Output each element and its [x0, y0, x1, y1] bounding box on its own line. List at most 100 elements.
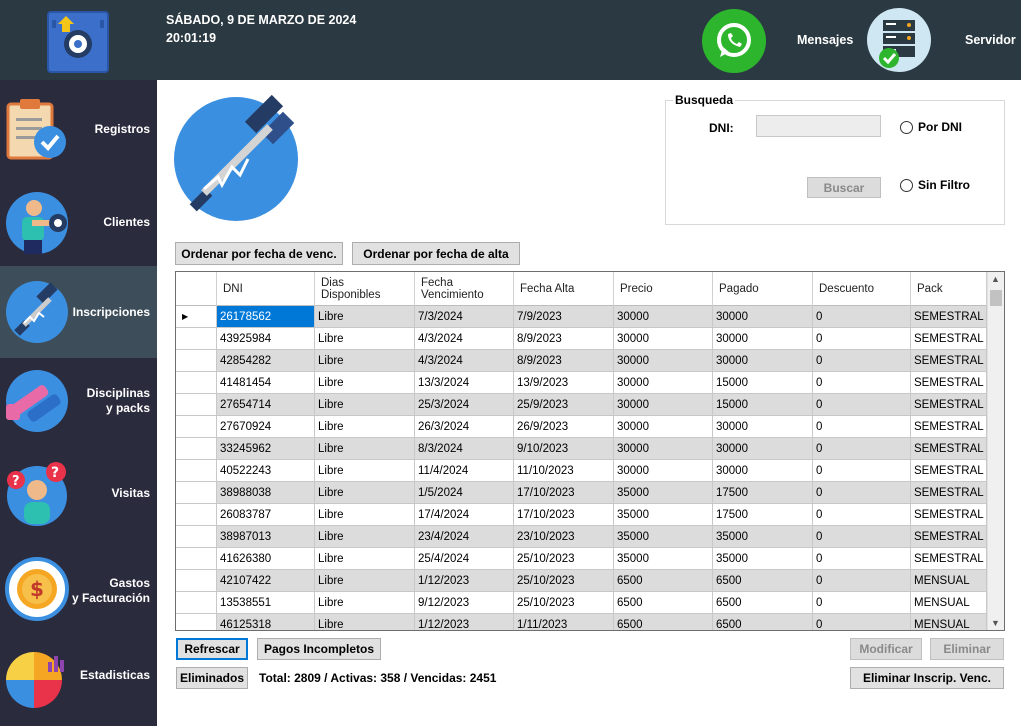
table-cell[interactable]: 1/12/2023 — [415, 570, 514, 592]
table-cell[interactable]: MENSUAL — [911, 614, 987, 630]
column-header[interactable]: Fecha Alta — [514, 272, 614, 306]
table-row[interactable]: 27670924 Libre 26/3/2024 26/9/2023 30000 3000… — [176, 416, 987, 438]
buscar-button[interactable]: Buscar — [807, 177, 881, 198]
table-cell[interactable]: 7/3/2024 — [415, 306, 514, 328]
sidebar-item-inscripciones[interactable]: Inscripciones — [0, 266, 157, 358]
table-cell[interactable]: SEMESTRAL — [911, 482, 987, 504]
sidebar-item-disciplinas[interactable]: Disciplinas y packs — [0, 360, 157, 440]
table-cell[interactable]: 0 — [813, 394, 911, 416]
table-row[interactable]: ▶ 26178562 Libre 7/3/2024 7/9/2023 30000 30000… — [176, 306, 987, 328]
table-cell[interactable]: 35000 — [614, 526, 713, 548]
column-header[interactable]: Pack — [911, 272, 987, 306]
table-cell[interactable]: 0 — [813, 548, 911, 570]
table-cell[interactable]: 30000 — [614, 328, 713, 350]
table-row[interactable]: 41481454 Libre 13/3/2024 13/9/2023 30000 1500… — [176, 372, 987, 394]
table-cell[interactable]: 8/9/2023 — [514, 328, 614, 350]
modificar-button[interactable]: Modificar — [850, 638, 922, 660]
column-header[interactable]: Precio — [614, 272, 713, 306]
table-cell[interactable]: 9/12/2023 — [415, 592, 514, 614]
table-cell[interactable]: 26083787 — [217, 504, 315, 526]
table-cell[interactable]: 15000 — [713, 394, 813, 416]
table-cell[interactable]: SEMESTRAL — [911, 372, 987, 394]
table-cell[interactable]: 30000 — [713, 306, 813, 328]
table-cell[interactable]: 0 — [813, 372, 911, 394]
table-cell[interactable]: 42107422 — [217, 570, 315, 592]
table-cell[interactable]: 0 — [813, 614, 911, 630]
row-header[interactable] — [176, 614, 217, 630]
table-cell[interactable]: Libre — [315, 416, 415, 438]
table-cell[interactable]: 0 — [813, 416, 911, 438]
table-cell[interactable]: 30000 — [614, 460, 713, 482]
table-row[interactable]: 38987013 Libre 23/4/2024 23/10/2023 35000 350… — [176, 526, 987, 548]
table-row[interactable]: 40522243 Libre 11/4/2024 11/10/2023 30000 300… — [176, 460, 987, 482]
column-header[interactable]: DNI — [217, 272, 315, 306]
row-header[interactable] — [176, 416, 217, 438]
table-cell[interactable]: 6500 — [614, 592, 713, 614]
table-row[interactable]: 13538551 Libre 9/12/2023 25/10/2023 6500 6500… — [176, 592, 987, 614]
table-cell[interactable]: 30000 — [614, 394, 713, 416]
table-cell[interactable]: 25/4/2024 — [415, 548, 514, 570]
sort-by-venc-button[interactable]: Ordenar por fecha de venc. — [175, 242, 343, 265]
table-cell[interactable]: 30000 — [614, 438, 713, 460]
table-cell[interactable]: SEMESTRAL — [911, 306, 987, 328]
dni-input[interactable] — [756, 115, 881, 137]
table-cell[interactable]: 26/3/2024 — [415, 416, 514, 438]
table-cell[interactable]: 35000 — [614, 504, 713, 526]
table-cell[interactable]: SEMESTRAL — [911, 438, 987, 460]
table-cell[interactable]: 0 — [813, 460, 911, 482]
table-cell[interactable]: 27654714 — [217, 394, 315, 416]
table-cell[interactable]: SEMESTRAL — [911, 350, 987, 372]
table-cell[interactable]: SEMESTRAL — [911, 548, 987, 570]
table-cell[interactable]: 13/3/2024 — [415, 372, 514, 394]
column-header[interactable]: Pagado — [713, 272, 813, 306]
table-cell[interactable]: Libre — [315, 526, 415, 548]
table-cell[interactable]: 6500 — [614, 570, 713, 592]
table-cell[interactable]: 43925984 — [217, 328, 315, 350]
table-cell[interactable]: 17500 — [713, 482, 813, 504]
table-cell[interactable]: 6500 — [614, 614, 713, 630]
table-cell[interactable]: 4/3/2024 — [415, 328, 514, 350]
column-header[interactable]: Descuento — [813, 272, 911, 306]
table-cell[interactable]: 33245962 — [217, 438, 315, 460]
sidebar-item-clientes[interactable]: Clientes — [0, 180, 157, 264]
table-row[interactable]: 27654714 Libre 25/3/2024 25/9/2023 30000 1500… — [176, 394, 987, 416]
table-cell[interactable]: 8/9/2023 — [514, 350, 614, 372]
whatsapp-icon[interactable] — [702, 9, 766, 73]
table-cell[interactable]: 0 — [813, 438, 911, 460]
table-cell[interactable]: 26/9/2023 — [514, 416, 614, 438]
row-header[interactable] — [176, 482, 217, 504]
table-cell[interactable]: 30000 — [713, 460, 813, 482]
table-cell[interactable]: 30000 — [713, 438, 813, 460]
table-cell[interactable]: Libre — [315, 548, 415, 570]
eliminar-inscrip-venc-button[interactable]: Eliminar Inscrip. Venc. — [850, 667, 1004, 689]
table-cell[interactable]: 4/3/2024 — [415, 350, 514, 372]
table-cell[interactable]: 30000 — [614, 306, 713, 328]
table-cell[interactable]: 0 — [813, 350, 911, 372]
table-row[interactable]: 43925984 Libre 4/3/2024 8/9/2023 30000 30000 0… — [176, 328, 987, 350]
scroll-down-icon[interactable]: ▼ — [991, 618, 1000, 628]
table-cell[interactable]: 35000 — [713, 548, 813, 570]
table-cell[interactable]: Libre — [315, 482, 415, 504]
table-cell[interactable]: 0 — [813, 570, 911, 592]
table-cell[interactable]: 40522243 — [217, 460, 315, 482]
table-cell[interactable]: Libre — [315, 438, 415, 460]
column-header[interactable]: Dias Disponibles — [315, 272, 415, 306]
table-cell[interactable]: 13538551 — [217, 592, 315, 614]
table-cell[interactable]: 35000 — [614, 548, 713, 570]
row-header[interactable] — [176, 526, 217, 548]
table-cell[interactable]: SEMESTRAL — [911, 504, 987, 526]
table-cell[interactable]: 0 — [813, 482, 911, 504]
table-cell[interactable]: 13/9/2023 — [514, 372, 614, 394]
table-cell[interactable]: Libre — [315, 614, 415, 630]
radio-por-dni[interactable]: Por DNI — [900, 120, 962, 134]
table-cell[interactable]: MENSUAL — [911, 570, 987, 592]
inscripciones-table[interactable]: DNI Dias Disponibles Fecha Vencimiento F… — [175, 271, 1005, 631]
refrescar-button[interactable]: Refrescar — [176, 638, 248, 660]
table-cell[interactable]: MENSUAL — [911, 592, 987, 614]
table-cell[interactable]: 25/10/2023 — [514, 548, 614, 570]
servidor-label[interactable]: Servidor — [965, 33, 1016, 47]
row-header[interactable] — [176, 394, 217, 416]
table-row[interactable]: 42854282 Libre 4/3/2024 8/9/2023 30000 30000 0… — [176, 350, 987, 372]
row-header[interactable] — [176, 372, 217, 394]
table-cell[interactable]: 25/10/2023 — [514, 592, 614, 614]
